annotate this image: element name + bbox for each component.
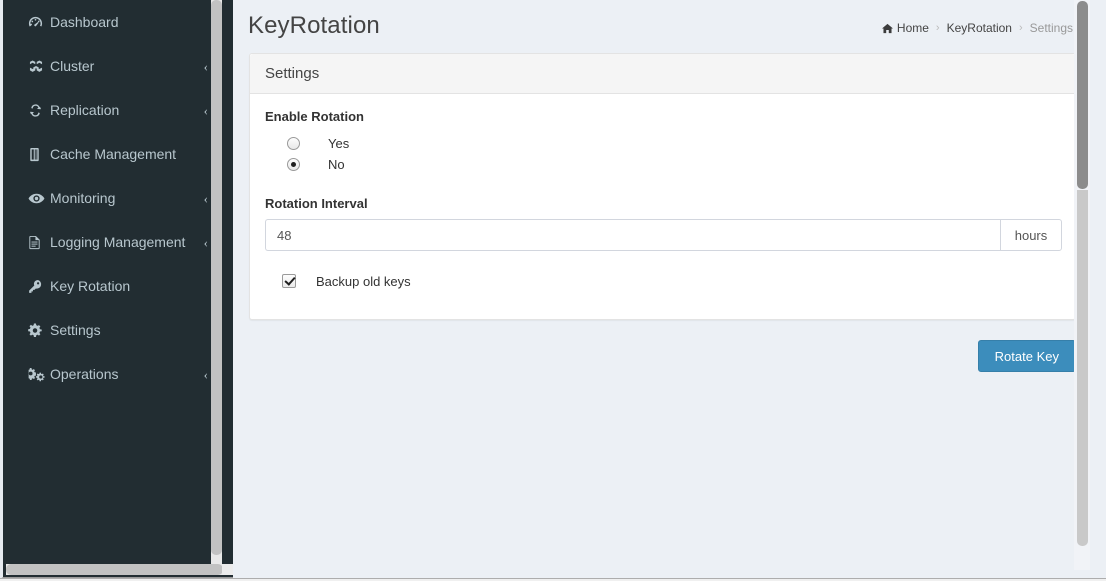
sidebar-horizontal-scrollbar[interactable] [6,564,233,575]
chevron-left-icon: ‹ [203,102,208,118]
page-vertical-scrollbar[interactable] [1074,0,1090,570]
sidebar-item-label: Operations [50,366,119,382]
rotation-interval-input[interactable] [265,219,1000,251]
main-content: KeyRotation Home › KeyRotation › Setting… [233,0,1090,581]
sidebar-vertical-scrollbar-thumb[interactable] [211,0,222,555]
radio-option-no[interactable]: No [287,154,1060,174]
checkbox-icon-backup-old-keys[interactable] [282,274,296,288]
sidebar-item-label: Dashboard [50,14,119,30]
panel-body: Enable Rotation Yes No Rotation Interval… [250,94,1075,319]
sidebar-item-replication[interactable]: Replication ‹ [6,88,225,132]
page-title: KeyRotation [248,12,380,39]
enable-rotation-radio-group: Yes No [287,133,1060,174]
breadcrumb: Home › KeyRotation › Settings [881,21,1073,35]
panel-header: Settings [250,54,1075,94]
rotation-interval-unit-addon: hours [1000,219,1062,251]
cubes-icon [28,59,50,74]
sidebar-item-label: Cache Management [50,146,177,162]
breadcrumb-section[interactable]: KeyRotation [947,21,1012,35]
backup-old-keys-checkbox-row[interactable]: Backup old keys [282,271,1060,291]
page-header: KeyRotation Home › KeyRotation › Setting… [233,0,1090,52]
radio-icon-yes[interactable] [287,136,300,150]
sidebar-item-dashboard[interactable]: Dashboard [6,0,225,44]
sidebar: Dashboard Cluster ‹ Replication ‹ Cache … [0,0,233,579]
backup-old-keys-label: Backup old keys [316,273,411,289]
memory-chip-icon [28,147,50,162]
chevron-left-icon: ‹ [203,366,208,382]
key-icon [28,279,50,294]
chevron-left-icon: ‹ [203,234,208,250]
eye-icon [28,192,50,205]
sidebar-item-label: Logging Management [50,234,186,250]
breadcrumb-home[interactable]: Home [897,21,929,35]
sidebar-item-label: Replication [50,102,120,118]
radio-option-yes[interactable]: Yes [287,133,1060,153]
sidebar-item-label: Key Rotation [50,278,131,294]
settings-panel: Settings Enable Rotation Yes No Rotation… [249,53,1076,320]
file-document-icon [28,235,50,250]
chevron-left-icon: ‹ [203,190,208,206]
sidebar-item-monitoring[interactable]: Monitoring ‹ [6,176,225,220]
sidebar-scrollbar-corner [222,564,233,575]
sidebar-item-cluster[interactable]: Cluster ‹ [6,44,225,88]
sidebar-item-label: Monitoring [50,190,116,206]
sidebar-item-settings[interactable]: Settings [6,308,225,352]
chevron-left-icon: ‹ [203,58,208,74]
breadcrumb-active: Settings [1029,21,1073,35]
rotation-interval-label: Rotation Interval [265,196,368,211]
sidebar-horizontal-scrollbar-thumb[interactable] [6,564,223,575]
sync-icon [28,103,50,118]
dashboard-icon [28,15,50,30]
radio-label-yes: Yes [328,135,350,151]
enable-rotation-label: Enable Rotation [265,109,364,124]
page-vertical-scrollbar-track-lower[interactable] [1077,190,1088,546]
home-icon [881,23,893,34]
page-vertical-scrollbar-thumb[interactable] [1077,1,1088,189]
sidebar-item-label: Cluster [50,58,95,74]
sidebar-item-key-rotation[interactable]: Key Rotation [6,264,225,308]
gear-icon [28,322,50,338]
rotation-interval-input-group: hours [265,219,1062,251]
sidebar-item-label: Settings [50,322,101,338]
rotate-key-button[interactable]: Rotate Key [977,340,1076,372]
sidebar-item-operations[interactable]: Operations ‹ [6,352,225,396]
breadcrumb-separator: › [1018,22,1023,34]
cogs-icon [28,367,50,382]
panel-title: Settings [265,65,320,82]
radio-label-no: No [328,156,345,172]
radio-icon-no[interactable] [287,157,300,171]
app-root: Dashboard Cluster ‹ Replication ‹ Cache … [0,0,1106,581]
action-row: Rotate Key [249,340,1076,372]
sidebar-item-logging-management[interactable]: Logging Management ‹ [6,220,225,264]
sidebar-item-cache-management[interactable]: Cache Management [6,132,225,176]
sidebar-nav: Dashboard Cluster ‹ Replication ‹ Cache … [6,0,225,568]
breadcrumb-separator: › [935,22,940,34]
sidebar-vertical-scrollbar[interactable] [211,0,222,568]
